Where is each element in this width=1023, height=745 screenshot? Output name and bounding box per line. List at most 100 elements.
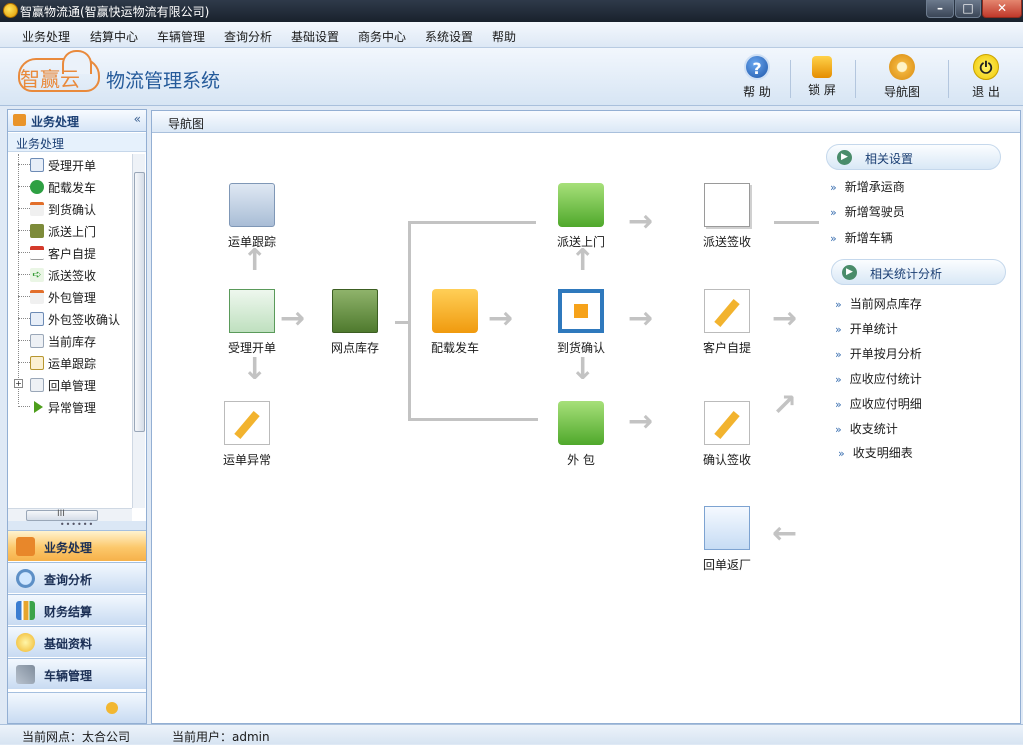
- sidebar-header: 业务处理 «: [8, 110, 146, 132]
- chevron-circle-icon: ▶: [842, 265, 857, 280]
- logo: 智赢云 物流管理系统: [18, 50, 221, 94]
- menu-commerce[interactable]: 商务中心: [358, 28, 406, 45]
- window-icon: [30, 334, 44, 348]
- tree-item-accept-order[interactable]: 受理开单: [14, 154, 132, 176]
- crate-icon: [332, 289, 378, 333]
- tree-item-waybill-tracking[interactable]: 运单跟踪: [14, 352, 132, 374]
- form-icon: [30, 158, 44, 172]
- expand-icon[interactable]: +: [14, 379, 23, 388]
- sun-icon[interactable]: [106, 702, 118, 714]
- link-income-expense-detail[interactable]: » 收支明细表: [838, 444, 913, 461]
- settings-header: ▶ 相关设置: [826, 144, 1001, 170]
- splitter-grip[interactable]: ••••••: [8, 521, 146, 530]
- menu-query[interactable]: 查询分析: [224, 28, 272, 45]
- arrow-up-right-icon: ↗: [772, 388, 798, 423]
- link-ar-ap-stats[interactable]: » 应收应付统计: [835, 370, 922, 387]
- truck-icon: [432, 289, 478, 333]
- scroll-thumb[interactable]: [134, 172, 145, 432]
- box-icon: [13, 114, 26, 126]
- menu-business[interactable]: 业务处理: [22, 28, 70, 45]
- sidebar-section-label: 业务处理: [8, 133, 146, 152]
- node-site-stock[interactable]: 网点库存: [310, 289, 400, 356]
- frame-icon: [558, 289, 604, 333]
- toolbar-separator: [855, 60, 856, 98]
- tree-item-outsource-sign[interactable]: 外包签收确认: [14, 308, 132, 330]
- tree-item-receipt-management[interactable]: + 回单管理: [14, 374, 132, 396]
- link-add-driver[interactable]: » 新增驾驶员: [830, 203, 905, 220]
- collapse-icon[interactable]: «: [134, 112, 141, 126]
- node-customer-pickup[interactable]: 客户自提: [682, 289, 772, 356]
- form-icon: [30, 312, 44, 326]
- menu-settlement[interactable]: 结算中心: [90, 28, 138, 45]
- sign-pen-icon: [704, 401, 750, 445]
- menu-system[interactable]: 系统设置: [425, 28, 473, 45]
- link-add-carrier[interactable]: » 新增承运商: [830, 178, 905, 195]
- tree-item-current-stock[interactable]: 当前库存: [14, 330, 132, 352]
- node-loading-dispatch[interactable]: 配载发车: [410, 289, 500, 356]
- node-waybill-exception[interactable]: 运单异常: [202, 401, 292, 468]
- lock-button[interactable]: 锁 屏: [797, 54, 847, 102]
- node-receipt-return[interactable]: 回单返厂: [682, 506, 772, 573]
- nav-vehicle[interactable]: 车辆管理: [8, 658, 146, 689]
- navmap-button[interactable]: 导航图: [877, 54, 927, 102]
- tree-item-outsource[interactable]: 外包管理: [14, 286, 132, 308]
- chevron-circle-icon: ▶: [837, 150, 852, 165]
- arrow-left-icon: ←: [772, 516, 798, 551]
- link-ar-ap-detail[interactable]: » 应收应付明细: [835, 395, 922, 412]
- window-title: 智赢物流通(智赢快运物流有限公司): [20, 5, 210, 19]
- tree-item-arrival-confirm[interactable]: 到货确认: [14, 198, 132, 220]
- system-name: 物流管理系统: [106, 70, 221, 92]
- tree-item-delivery-sign[interactable]: ➪ 派送签收: [14, 264, 132, 286]
- help-button[interactable]: ? 帮 助: [732, 54, 782, 102]
- node-waybill-tracking[interactable]: 运单跟踪: [207, 183, 297, 250]
- arrow-up-icon: ↑: [242, 243, 268, 278]
- arrow-down-icon: ↓: [570, 352, 596, 387]
- link-add-vehicle[interactable]: » 新增车辆: [830, 229, 893, 246]
- node-confirm-sign[interactable]: 确认签收: [682, 401, 772, 468]
- close-button[interactable]: ✕: [982, 0, 1022, 18]
- tree-item-loading-dispatch[interactable]: 配载发车: [14, 176, 132, 198]
- nav-finance[interactable]: 财务结算: [8, 594, 146, 625]
- menu-bar: 业务处理 结算中心 车辆管理 查询分析 基础设置 商务中心 系统设置 帮助: [0, 22, 1023, 48]
- link-order-stats[interactable]: » 开单统计: [835, 320, 898, 337]
- link-current-site-stock[interactable]: » 当前网点库存: [835, 295, 922, 312]
- pencil-icon: [224, 401, 270, 445]
- nav-business[interactable]: 业务处理: [8, 530, 146, 561]
- arrow-doc-icon: [30, 290, 44, 304]
- tab-navigation-map[interactable]: 导航图: [152, 111, 1020, 133]
- arrow-doc-icon: [30, 202, 44, 216]
- minimize-button[interactable]: –: [926, 0, 954, 18]
- node-delivery-sign[interactable]: 派送签收: [682, 183, 772, 250]
- tree-vertical-scrollbar[interactable]: [132, 154, 145, 508]
- exit-button[interactable]: ⏻ 退 出: [961, 54, 1011, 102]
- connector-line: [408, 221, 536, 224]
- lock-label: 锁 屏: [808, 83, 836, 97]
- logo-text: 智赢云: [20, 67, 80, 91]
- node-arrival-confirm[interactable]: 到货确认: [536, 289, 626, 356]
- nav-basic-data[interactable]: 基础资料: [8, 626, 146, 657]
- menu-basic-settings[interactable]: 基础设置: [291, 28, 339, 45]
- node-accept-order[interactable]: 受理开单: [207, 289, 297, 356]
- node-outsource[interactable]: 外 包: [536, 401, 626, 468]
- window-icon: [704, 506, 750, 550]
- connector-line: [408, 418, 538, 421]
- tree-item-exception-management[interactable]: 异常管理: [14, 396, 132, 418]
- maximize-button[interactable]: □: [955, 0, 981, 18]
- menu-vehicle[interactable]: 车辆管理: [157, 28, 205, 45]
- delivery-van-icon: [558, 183, 604, 227]
- menu-help[interactable]: 帮助: [492, 28, 516, 45]
- link-income-expense-stats[interactable]: » 收支统计: [835, 420, 898, 437]
- nav-query[interactable]: 查询分析: [8, 562, 146, 593]
- tree-item-door-delivery[interactable]: 派送上门: [14, 220, 132, 242]
- title-bar: 智赢物流通(智赢快运物流有限公司) – □ ✕: [0, 0, 1023, 22]
- link-order-monthly[interactable]: » 开单按月分析: [835, 345, 922, 362]
- wrench-icon: [16, 665, 35, 684]
- node-door-delivery[interactable]: 派送上门: [536, 183, 626, 250]
- tree-item-customer-pickup[interactable]: 客户自提: [14, 242, 132, 264]
- connector-line: [774, 221, 819, 224]
- gear-icon: [889, 54, 915, 80]
- card-icon: [30, 356, 44, 370]
- window-icon: [30, 378, 44, 392]
- tab-label: 导航图: [168, 117, 205, 131]
- notepad-pencil-icon: [704, 289, 750, 333]
